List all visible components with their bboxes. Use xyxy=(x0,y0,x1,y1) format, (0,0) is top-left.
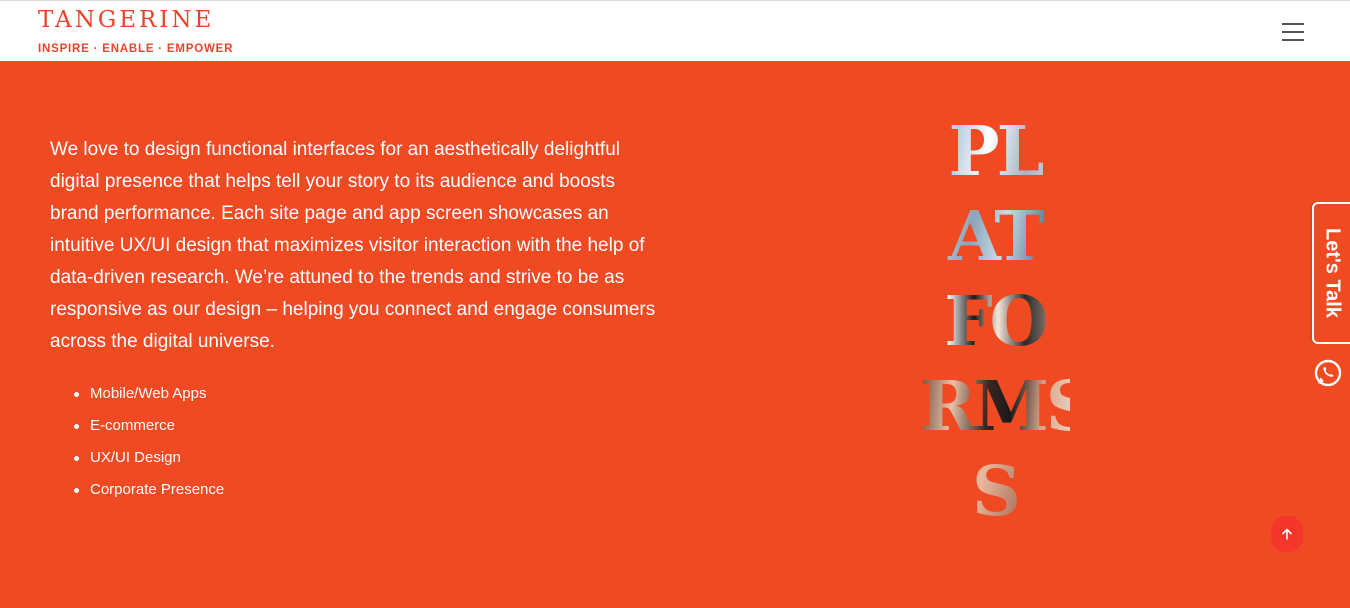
arrow-up-icon xyxy=(1282,528,1292,540)
word-art-row: S xyxy=(920,450,1070,535)
list-item: E-commerce xyxy=(74,410,665,442)
lets-talk-button[interactable]: Let's Talk xyxy=(1312,202,1350,344)
menu-line xyxy=(1282,31,1304,33)
logo-tagline: INSPIRE · ENABLE · EMPOWER xyxy=(38,43,234,55)
word-art-row: AT xyxy=(920,195,1070,280)
logo-name: TANGERINE xyxy=(38,7,215,33)
word-art-row: PL xyxy=(920,110,1070,195)
hamburger-menu-icon[interactable] xyxy=(1280,21,1308,43)
logo[interactable]: TANGERINE INSPIRE · ENABLE · EMPOWER xyxy=(38,7,234,55)
menu-line xyxy=(1282,23,1304,25)
scroll-to-top-button[interactable] xyxy=(1271,516,1303,552)
list-item: UX/UI Design xyxy=(74,442,665,474)
list-item: Mobile/Web Apps xyxy=(74,378,665,410)
lets-talk-label: Let's Talk xyxy=(1321,228,1344,318)
intro-paragraph: We love to design functional interfaces … xyxy=(50,139,656,352)
word-art-row: RMS xyxy=(920,365,1095,450)
list-item: Corporate Presence xyxy=(74,474,665,506)
whatsapp-icon[interactable] xyxy=(1313,358,1343,388)
platforms-word-art: PL AT FO RMS S xyxy=(920,110,1095,535)
word-art-row: FO xyxy=(920,280,1070,365)
menu-line xyxy=(1282,39,1304,41)
services-list: Mobile/Web Apps E-commerce UX/UI Design … xyxy=(50,378,665,506)
platforms-copy: We love to design functional interfaces … xyxy=(50,134,665,506)
site-header: TANGERINE INSPIRE · ENABLE · EMPOWER xyxy=(0,0,1350,61)
